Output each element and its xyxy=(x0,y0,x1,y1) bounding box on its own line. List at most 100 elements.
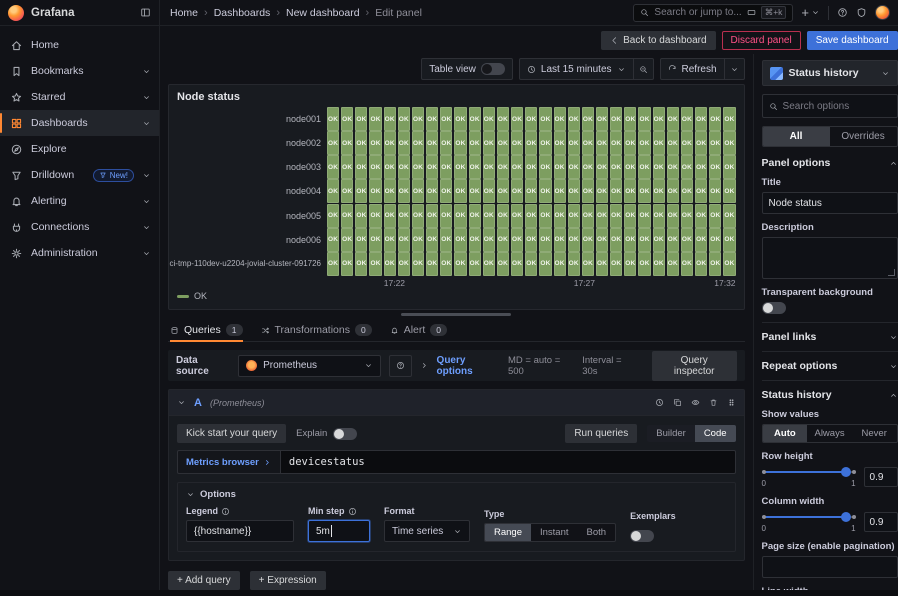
status-cell[interactable]: OK xyxy=(638,252,650,276)
status-cell[interactable]: OK xyxy=(384,204,396,228)
status-cell[interactable]: OK xyxy=(610,179,622,203)
status-cell[interactable]: OK xyxy=(469,179,481,203)
sidebar-item-connections[interactable]: Connections xyxy=(0,214,159,240)
status-cell[interactable]: OK xyxy=(596,204,608,228)
status-cell[interactable]: OK xyxy=(525,252,537,276)
status-cell[interactable]: OK xyxy=(369,155,381,179)
status-cell[interactable]: OK xyxy=(525,228,537,252)
status-cell[interactable]: OK xyxy=(355,107,367,131)
query-inspector-button[interactable]: Query inspector xyxy=(652,351,737,381)
status-cell[interactable]: OK xyxy=(653,155,665,179)
status-cell[interactable]: OK xyxy=(554,204,566,228)
status-cell[interactable]: OK xyxy=(709,155,721,179)
status-cell[interactable]: OK xyxy=(667,131,679,155)
exemplars-switch[interactable] xyxy=(630,530,654,542)
status-cell[interactable]: OK xyxy=(596,131,608,155)
table-view-switch[interactable] xyxy=(481,63,505,75)
status-cell[interactable]: OK xyxy=(384,228,396,252)
status-cell[interactable]: OK xyxy=(454,204,466,228)
status-cell[interactable]: OK xyxy=(638,155,650,179)
status-cell[interactable]: OK xyxy=(695,107,707,131)
status-cell[interactable]: OK xyxy=(412,228,424,252)
search-options-input[interactable]: Search options xyxy=(762,94,898,118)
status-cell[interactable]: OK xyxy=(554,155,566,179)
status-cell[interactable]: OK xyxy=(426,252,438,276)
status-cell[interactable]: OK xyxy=(681,228,693,252)
status-cell[interactable]: OK xyxy=(624,252,636,276)
status-cell[interactable]: OK xyxy=(624,204,636,228)
transparent-background-switch[interactable] xyxy=(762,302,786,314)
status-cell[interactable]: OK xyxy=(398,179,410,203)
status-cell[interactable]: OK xyxy=(539,155,551,179)
status-cell[interactable]: OK xyxy=(568,107,580,131)
status-cell[interactable]: OK xyxy=(384,131,396,155)
status-cell[interactable]: OK xyxy=(638,107,650,131)
status-cell[interactable]: OK xyxy=(695,252,707,276)
status-cell[interactable]: OK xyxy=(341,204,353,228)
status-cell[interactable]: OK xyxy=(483,155,495,179)
status-cell[interactable]: OK xyxy=(341,131,353,155)
status-cell[interactable]: OK xyxy=(398,131,410,155)
query-options-row[interactable]: Query options MD = auto = 500 Interval =… xyxy=(420,355,636,377)
status-cell[interactable]: OK xyxy=(469,228,481,252)
status-cell[interactable]: OK xyxy=(723,131,735,155)
status-cell[interactable]: OK xyxy=(681,204,693,228)
query-help-icon[interactable] xyxy=(655,398,664,407)
status-cell[interactable]: OK xyxy=(653,252,665,276)
tab-transformations[interactable]: Transformations0 xyxy=(261,324,372,341)
status-cell[interactable]: OK xyxy=(384,155,396,179)
status-cell[interactable]: OK xyxy=(355,252,367,276)
breadcrumb-item[interactable]: Dashboards xyxy=(214,7,271,19)
sidebar-item-dashboards[interactable]: Dashboards xyxy=(0,110,159,136)
status-cell[interactable]: OK xyxy=(384,107,396,131)
panel-options-header[interactable]: Panel options xyxy=(762,157,898,169)
status-cell[interactable]: OK xyxy=(412,107,424,131)
status-cell[interactable]: OK xyxy=(695,155,707,179)
legend-input[interactable]: {{hostname}} xyxy=(186,520,294,542)
status-cell[interactable]: OK xyxy=(539,131,551,155)
tab-queries[interactable]: Queries1 xyxy=(170,324,243,341)
status-cell[interactable]: OK xyxy=(369,107,381,131)
status-cell[interactable]: OK xyxy=(667,252,679,276)
status-cell[interactable]: OK xyxy=(426,155,438,179)
add-query-button[interactable]: + Add query xyxy=(168,571,240,590)
status-cell[interactable]: OK xyxy=(638,179,650,203)
status-cell[interactable]: OK xyxy=(454,107,466,131)
status-cell[interactable]: OK xyxy=(638,204,650,228)
status-cell[interactable]: OK xyxy=(327,179,339,203)
status-cell[interactable]: OK xyxy=(426,179,438,203)
status-cell[interactable]: OK xyxy=(426,107,438,131)
datasource-select[interactable]: Prometheus xyxy=(238,355,381,377)
new-menu-button[interactable]: + xyxy=(801,5,820,20)
slider-track[interactable] xyxy=(762,466,856,478)
status-cell[interactable]: OK xyxy=(568,204,580,228)
status-cell[interactable]: OK xyxy=(497,179,509,203)
status-cell[interactable]: OK xyxy=(497,131,509,155)
status-cell[interactable]: OK xyxy=(483,204,495,228)
status-cell[interactable]: OK xyxy=(327,131,339,155)
status-cell[interactable]: OK xyxy=(469,252,481,276)
status-cell[interactable]: OK xyxy=(412,252,424,276)
status-cell[interactable]: OK xyxy=(355,228,367,252)
status-cell[interactable]: OK xyxy=(709,252,721,276)
status-cell[interactable]: OK xyxy=(511,131,523,155)
delete-query-trash-icon[interactable] xyxy=(709,398,718,407)
status-cell[interactable]: OK xyxy=(624,131,636,155)
status-cell[interactable]: OK xyxy=(554,131,566,155)
status-cell[interactable]: OK xyxy=(341,228,353,252)
query-expression-input[interactable]: devicestatus xyxy=(280,450,736,474)
status-cell[interactable]: OK xyxy=(511,228,523,252)
status-cell[interactable]: OK xyxy=(412,155,424,179)
type-instant[interactable]: Instant xyxy=(531,524,578,541)
status-cell[interactable]: OK xyxy=(511,107,523,131)
status-cell[interactable]: OK xyxy=(582,107,594,131)
sidebar-item-alerting[interactable]: Alerting xyxy=(0,188,159,214)
save-dashboard-button[interactable]: Save dashboard xyxy=(807,31,898,50)
status-cell[interactable]: OK xyxy=(369,131,381,155)
status-cell[interactable]: OK xyxy=(398,204,410,228)
breadcrumb-item[interactable]: New dashboard xyxy=(286,7,360,19)
status-cell[interactable]: OK xyxy=(695,204,707,228)
status-cell[interactable]: OK xyxy=(667,155,679,179)
show-values-auto[interactable]: Auto xyxy=(763,425,808,442)
visualization-picker[interactable]: Status history xyxy=(762,60,898,86)
